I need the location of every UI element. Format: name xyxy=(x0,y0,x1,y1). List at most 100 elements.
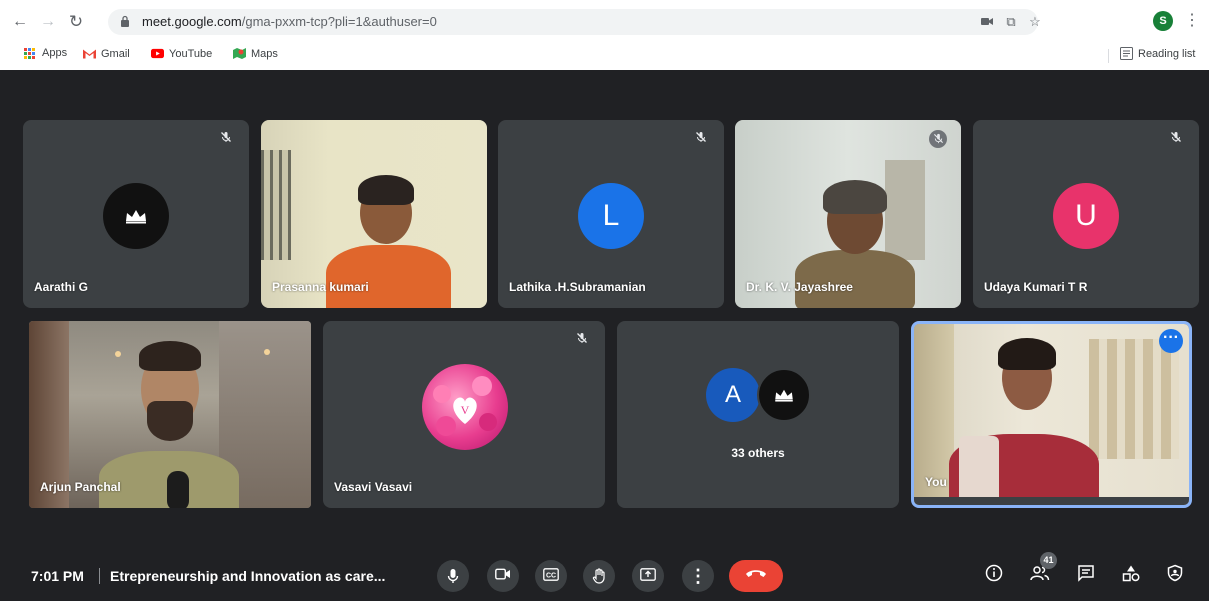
bookmark-apps[interactable]: Apps xyxy=(24,47,67,59)
participant-tile-udaya[interactable]: U Udaya Kumari T R xyxy=(973,120,1199,308)
present-screen-icon xyxy=(640,568,656,581)
microphone xyxy=(167,471,189,508)
forward-arrow-icon[interactable]: → xyxy=(38,12,58,32)
activities-button[interactable] xyxy=(1119,564,1143,588)
avatar: V xyxy=(422,364,508,450)
person-beard xyxy=(147,401,193,441)
bookmark-youtube[interactable]: YouTube xyxy=(151,47,212,60)
avatar: U xyxy=(1053,183,1119,249)
bookmark-star-icon[interactable]: ☆ xyxy=(1026,13,1044,31)
lamp xyxy=(115,351,121,357)
participant-name: Aarathi G xyxy=(34,280,89,294)
bookmark-maps[interactable]: Maps xyxy=(233,47,278,60)
apps-grid-icon xyxy=(24,47,37,59)
participant-tile-lathika[interactable]: L Lathika .H.Subramanian xyxy=(498,120,724,308)
bookmarks-bar: Apps Gmail YouTube Maps Reading list xyxy=(0,44,1209,66)
captions-icon: CC xyxy=(543,568,559,581)
participant-name: Lathika .H.Subramanian xyxy=(509,280,646,294)
present-screen-button[interactable] xyxy=(632,560,664,592)
mic-muted-icon xyxy=(217,130,235,148)
host-controls-button[interactable] xyxy=(1163,564,1187,588)
person-hair xyxy=(998,338,1056,370)
crown-icon xyxy=(775,389,793,402)
self-tile-footer xyxy=(914,497,1189,505)
participant-tile-prasanna[interactable]: Prasanna kumari xyxy=(261,120,487,308)
url-path: /gma-pxxm-tcp?pli=1&authuser=0 xyxy=(241,14,437,29)
reading-list[interactable]: Reading list xyxy=(1120,47,1195,60)
meeting-title: Etrepreneurship and Innovation as care..… xyxy=(110,568,386,584)
host-shield-icon xyxy=(1167,564,1183,582)
youtube-icon xyxy=(151,48,164,59)
person-hair xyxy=(358,175,414,205)
participant-name: Dr. K. V. Jayashree xyxy=(746,280,853,294)
info-icon xyxy=(985,564,1003,582)
window-grille xyxy=(261,150,291,260)
share-icon[interactable]: ⧉ xyxy=(1002,13,1020,31)
others-count-label: 33 others xyxy=(731,446,785,460)
participant-name: Arjun Panchal xyxy=(40,480,121,494)
address-bar[interactable]: meet.google.com/gma-pxxm-tcp?pli=1&authu… xyxy=(108,9,1041,35)
clock-time: 7:01 PM xyxy=(31,568,84,584)
person-hair xyxy=(139,341,201,371)
meeting-details-button[interactable] xyxy=(982,564,1006,588)
curtain xyxy=(1089,339,1179,459)
raise-hand-icon xyxy=(592,568,605,584)
video-camera-icon xyxy=(495,568,510,580)
participant-tile-arjun[interactable]: Arjun Panchal xyxy=(29,321,311,508)
url-host: meet.google.com xyxy=(142,14,242,29)
bookmark-gmail[interactable]: Gmail xyxy=(83,47,130,60)
meeting-controls-bar: 7:01 PM Etrepreneurship and Innovation a… xyxy=(0,548,1209,601)
mic-muted-icon xyxy=(692,130,710,148)
camera-in-use-icon[interactable] xyxy=(978,13,996,31)
mic-muted-icon xyxy=(929,130,947,148)
more-vert-icon: ⋮ xyxy=(689,566,707,586)
captions-button[interactable]: CC xyxy=(535,560,567,592)
door-frame xyxy=(885,160,925,260)
reading-list-icon xyxy=(1120,47,1133,60)
heart-monogram-icon: V xyxy=(433,376,497,436)
participant-name: You xyxy=(925,475,947,489)
svg-text:V: V xyxy=(461,403,470,417)
reading-list-label: Reading list xyxy=(1138,47,1196,60)
mic-muted-icon xyxy=(1167,130,1185,148)
leave-call-button[interactable] xyxy=(729,560,783,592)
url-text[interactable]: meet.google.com/gma-pxxm-tcp?pli=1&authu… xyxy=(142,14,437,29)
back-arrow-icon[interactable]: ← xyxy=(10,12,30,32)
participant-tile-others[interactable]: A 33 others xyxy=(617,321,899,508)
maps-icon xyxy=(233,48,246,59)
participant-tile-vasavi[interactable]: V Vasavi Vasavi xyxy=(323,321,605,508)
participant-tile-aarathi[interactable]: Aarathi G xyxy=(23,120,249,308)
gmail-icon xyxy=(83,49,96,59)
participant-tile-jayashree[interactable]: Dr. K. V. Jayashree xyxy=(735,120,961,308)
person-hair xyxy=(823,180,887,214)
avatar: A xyxy=(706,368,760,422)
chat-button[interactable] xyxy=(1074,564,1098,588)
avatar xyxy=(103,183,169,249)
more-options-icon[interactable]: ··· xyxy=(1159,329,1183,353)
person-body xyxy=(326,245,451,308)
microphone-button[interactable] xyxy=(437,560,469,592)
raise-hand-button[interactable] xyxy=(583,560,615,592)
bookmarks-divider xyxy=(1108,49,1109,63)
lamp xyxy=(264,349,270,355)
camera-button[interactable] xyxy=(487,560,519,592)
browser-menu-icon[interactable]: ⋮ xyxy=(1184,11,1200,31)
participant-name: Prasanna kumari xyxy=(272,280,369,294)
more-options-button[interactable]: ⋮ xyxy=(682,560,714,592)
microphone-icon xyxy=(447,569,459,583)
lock-icon[interactable] xyxy=(120,15,130,28)
mic-muted-icon xyxy=(573,331,591,349)
person-body xyxy=(795,250,915,308)
reload-icon[interactable]: ↻ xyxy=(66,12,86,32)
divider xyxy=(99,568,100,584)
participant-tile-self[interactable]: ··· You xyxy=(911,321,1192,508)
svg-text:CC: CC xyxy=(546,573,556,580)
bookmark-label: YouTube xyxy=(169,47,213,60)
bookmark-label: Gmail xyxy=(101,47,130,60)
bookmark-label: Apps xyxy=(42,47,68,59)
people-count-badge: 41 xyxy=(1040,552,1057,569)
participant-name: Udaya Kumari T R xyxy=(984,280,1088,294)
profile-avatar[interactable]: S xyxy=(1153,11,1173,31)
bookmark-label: Maps xyxy=(251,47,278,60)
activities-shapes-icon xyxy=(1122,565,1140,582)
